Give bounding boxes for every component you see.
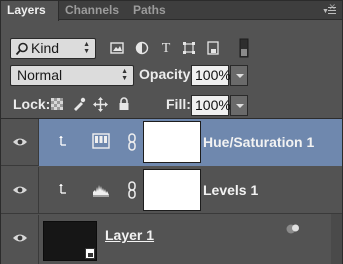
kind-label: Kind — [31, 40, 60, 56]
eye-icon — [13, 138, 27, 146]
eye-icon — [13, 186, 27, 194]
lock-all-icon[interactable] — [117, 97, 131, 111]
type-layer-filter-icon[interactable]: T — [159, 40, 173, 54]
link-chain-icon — [128, 181, 136, 199]
layer-row-levels[interactable]: Levels 1 — [1, 167, 342, 214]
eye-icon — [13, 234, 27, 242]
kind-filter-select[interactable]: Kind ▲ ▼ — [10, 38, 96, 59]
shape-layer-filter-icon[interactable] — [182, 41, 196, 55]
tab-paths[interactable]: Paths — [127, 1, 172, 20]
smart-object-badge-icon — [85, 248, 95, 259]
smart-object-filter-icon[interactable] — [206, 41, 220, 55]
layers-panel: Layers Channels Paths ✕ ▼ Kind ▲▼ T — [0, 0, 343, 264]
lock-image-pixels-icon[interactable] — [72, 97, 86, 111]
opacity-field[interactable]: 100% — [191, 65, 231, 86]
visibility-toggle[interactable] — [1, 119, 39, 166]
layer-effects-icon — [286, 224, 299, 234]
svg-text:T: T — [162, 41, 171, 54]
clipping-mask-icon — [59, 184, 66, 194]
panel-menu-icon[interactable]: ▼ — [322, 6, 336, 16]
fill-field[interactable]: 100% — [191, 95, 231, 116]
layer-row-hue-saturation[interactable]: Hue/Saturation 1 — [1, 119, 342, 166]
lock-position-icon[interactable] — [93, 97, 108, 112]
layer-row-body: Hue/Saturation 1 — [39, 119, 342, 166]
lock-transparent-pixels-icon[interactable] — [50, 97, 64, 111]
blend-mode-value: Normal — [17, 67, 63, 83]
lock-label: Lock: — [13, 96, 51, 112]
layers-list: Hue/Saturation 1 Levels 1 Layer 1 — [1, 118, 342, 264]
link-chain-icon — [128, 133, 136, 151]
layer-name[interactable]: Hue/Saturation 1 — [203, 134, 314, 150]
blend-mode-select[interactable]: Normal ▲ ▼ — [10, 65, 134, 86]
visibility-toggle[interactable] — [1, 167, 39, 214]
panel-tab-bar: Layers Channels Paths ✕ ▼ — [1, 1, 342, 21]
pixel-layer-filter-icon[interactable] — [110, 41, 124, 55]
levels-adjustment-icon — [93, 185, 109, 197]
scrollbar[interactable] — [331, 214, 342, 264]
fill-label: Fill: — [166, 96, 191, 112]
layer-row-layer-1[interactable]: Layer 1 — [1, 215, 342, 264]
layer-name[interactable]: Levels 1 — [203, 182, 258, 198]
tab-layers[interactable]: Layers — [1, 1, 59, 21]
select-arrows-icon: ▲ ▼ — [83, 41, 90, 55]
layer-thumbnail[interactable] — [43, 221, 97, 261]
search-icon — [15, 42, 28, 56]
opacity-label: Opacity: — [139, 66, 196, 82]
filter-toggle-icon[interactable] — [239, 38, 249, 58]
adjustment-layer-filter-icon[interactable] — [135, 41, 149, 55]
layer-mask-thumbnail[interactable] — [143, 169, 201, 211]
tab-channels[interactable]: Channels — [59, 1, 125, 20]
hue-saturation-adjustment-icon — [92, 133, 110, 149]
select-arrows-icon: ▲ ▼ — [121, 68, 128, 82]
layer-row-body: Levels 1 — [39, 167, 342, 214]
opacity-dropdown-button[interactable] — [230, 65, 248, 86]
clipping-mask-icon — [59, 136, 66, 146]
visibility-toggle[interactable] — [1, 215, 39, 264]
layer-mask-thumbnail[interactable] — [143, 121, 201, 163]
fill-dropdown-button[interactable] — [230, 95, 248, 116]
layer-name[interactable]: Layer 1 — [105, 227, 154, 243]
